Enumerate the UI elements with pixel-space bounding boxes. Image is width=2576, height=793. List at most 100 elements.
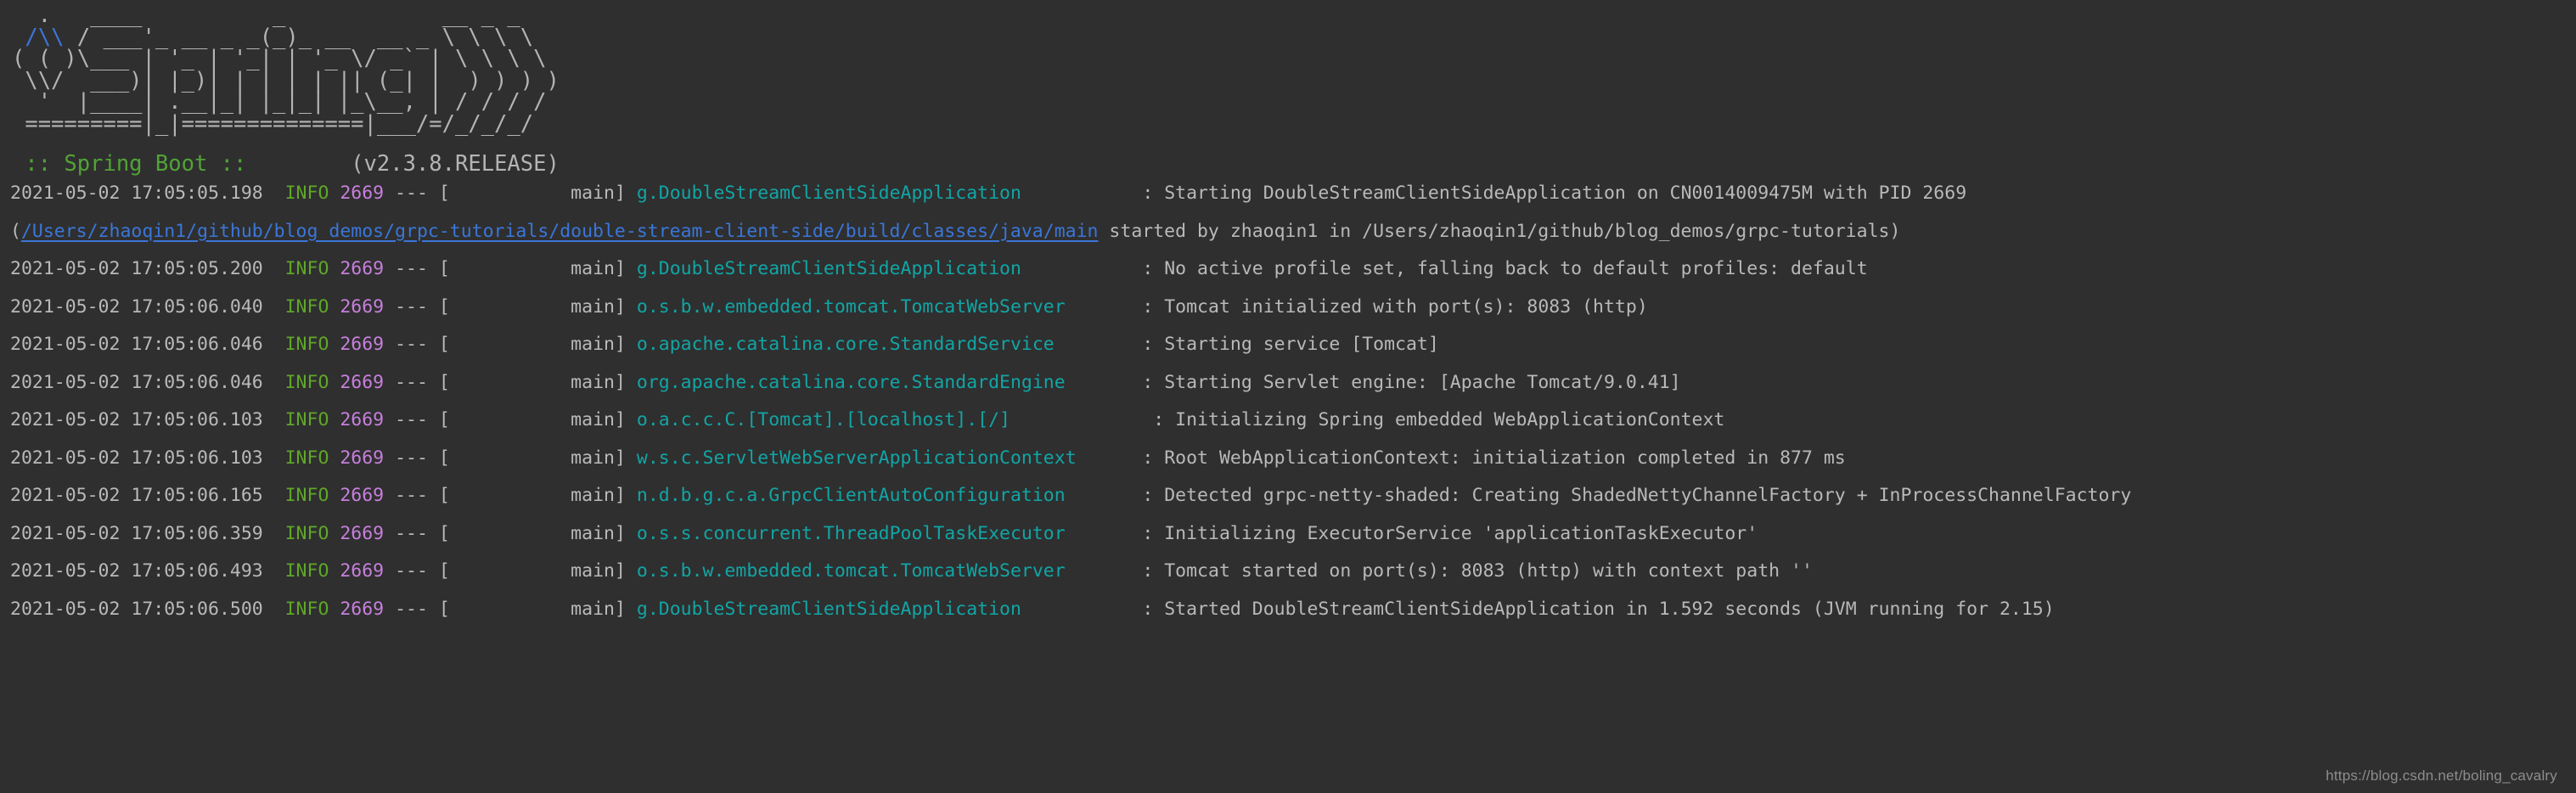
log-timestamp: 2021-05-02 17:05:06.103 — [10, 447, 263, 469]
log-separator: --- [ — [384, 183, 450, 205]
log-message: Starting service [Tomcat] — [1164, 334, 1439, 356]
log-thread-close: ] — [614, 598, 626, 620]
log-line: 2021-05-02 17:05:05.200 INFO 2669 --- [ … — [10, 250, 2576, 289]
log-logger-name: o.s.b.w.embedded.tomcat.TomcatWebServer — [636, 560, 1066, 582]
log-line: 2021-05-02 17:05:06.046 INFO 2669 --- [ … — [10, 364, 2576, 402]
log-thread-close: ] — [614, 485, 626, 507]
log-thread-name: main — [449, 598, 615, 620]
log-thread-name: main — [449, 522, 615, 544]
spring-boot-ascii-banner: . ____ _ __ _ _ /\\ / ___'_ __ _ _(_)_ _… — [0, 3, 2576, 177]
log-thread-close: ] — [614, 447, 626, 469]
log-thread-close: ] — [614, 258, 626, 280]
log-line: 2021-05-02 17:05:06.500 INFO 2669 --- [ … — [10, 591, 2576, 629]
log-message-colon: : — [1142, 409, 1176, 431]
log-message-colon: : — [1131, 485, 1165, 507]
log-pid: 2669 — [340, 447, 385, 469]
log-pid: 2669 — [340, 560, 385, 582]
paren-open: ( — [10, 220, 21, 242]
log-thread-name: main — [449, 409, 615, 431]
log-timestamp: 2021-05-02 17:05:05.200 — [10, 258, 263, 280]
log-message-colon: : — [1131, 371, 1165, 393]
log-logger-name: o.apache.catalina.core.StandardService — [636, 334, 1055, 356]
spring-boot-label: :: Spring Boot :: — [25, 150, 247, 177]
log-level-badge: INFO — [284, 334, 329, 356]
log-pid: 2669 — [340, 409, 385, 431]
log-logger-name: org.apache.catalina.core.StandardEngine — [636, 371, 1066, 393]
log-logger-name: o.s.s.concurrent.ThreadPoolTaskExecutor — [636, 522, 1066, 544]
log-thread-name: main — [449, 258, 615, 280]
log-pid: 2669 — [340, 371, 385, 393]
log-logger-name: g.DoubleStreamClientSideApplication — [636, 183, 1021, 205]
log-thread-name: main — [449, 560, 615, 582]
log-message: Detected grpc-netty-shaded: Creating Sha… — [1164, 485, 2132, 507]
log-thread-name: main — [449, 447, 615, 469]
log-line-continuation: (/Users/zhaoqin1/github/blog_demos/grpc-… — [10, 213, 2576, 251]
log-logger-name: w.s.c.ServletWebServerApplicationContext — [636, 447, 1077, 469]
log-output-list: 2021-05-02 17:05:05.198 INFO 2669 --- [ … — [0, 175, 2576, 628]
log-message: Initializing Spring embedded WebApplicat… — [1175, 409, 1725, 431]
log-logger-name: g.DoubleStreamClientSideApplication — [636, 258, 1021, 280]
log-timestamp: 2021-05-02 17:05:06.165 — [10, 485, 263, 507]
log-line: 2021-05-02 17:05:06.359 INFO 2669 --- [ … — [10, 515, 2576, 554]
log-logger-name: o.a.c.c.C.[Tomcat].[localhost].[/] — [636, 409, 1010, 431]
log-message: Tomcat started on port(s): 8083 (http) w… — [1164, 560, 1813, 582]
log-pid: 2669 — [340, 258, 385, 280]
log-timestamp: 2021-05-02 17:05:06.359 — [10, 522, 263, 544]
watermark-url: https://blog.csdn.net/boling_cavalry — [2326, 768, 2557, 784]
log-thread-name: main — [449, 334, 615, 356]
log-message: Tomcat initialized with port(s): 8083 (h… — [1164, 295, 1648, 318]
log-timestamp: 2021-05-02 17:05:05.198 — [10, 183, 263, 205]
classpath-link[interactable]: /Users/zhaoqin1/github/blog_demos/grpc-t… — [21, 221, 1099, 242]
log-level-badge: INFO — [284, 560, 329, 582]
log-pid: 2669 — [340, 598, 385, 620]
log-timestamp: 2021-05-02 17:05:06.040 — [10, 295, 263, 318]
log-message: Starting DoubleStreamClientSideApplicati… — [1164, 183, 1967, 205]
log-line: 2021-05-02 17:05:06.493 INFO 2669 --- [ … — [10, 553, 2576, 591]
log-message: Initializing ExecutorService 'applicatio… — [1164, 522, 1758, 544]
spring-boot-version: (v2.3.8.RELEASE) — [351, 150, 560, 177]
log-level-badge: INFO — [284, 485, 329, 507]
banner-ascii-line: . ____ _ __ _ _ — [12, 3, 520, 28]
log-thread-name: main — [449, 295, 615, 318]
log-message-colon: : — [1131, 258, 1165, 280]
log-message: Starting Servlet engine: [Apache Tomcat/… — [1164, 371, 1681, 393]
log-pid: 2669 — [340, 522, 385, 544]
log-timestamp: 2021-05-02 17:05:06.500 — [10, 598, 263, 620]
log-thread-close: ] — [614, 183, 626, 205]
log-line: 2021-05-02 17:05:06.046 INFO 2669 --- [ … — [10, 326, 2576, 364]
log-separator: --- [ — [384, 409, 450, 431]
log-pid: 2669 — [340, 485, 385, 507]
log-separator: --- [ — [384, 598, 450, 620]
log-timestamp: 2021-05-02 17:05:06.103 — [10, 409, 263, 431]
log-line: 2021-05-02 17:05:06.103 INFO 2669 --- [ … — [10, 402, 2576, 440]
log-separator: --- [ — [384, 258, 450, 280]
log-level-badge: INFO — [284, 371, 329, 393]
log-line: 2021-05-02 17:05:05.198 INFO 2669 --- [ … — [10, 175, 2576, 213]
log-message: Started DoubleStreamClientSideApplicatio… — [1164, 598, 2055, 620]
log-separator: --- [ — [384, 560, 450, 582]
log-message-colon: : — [1131, 183, 1165, 205]
log-logger-name: n.d.b.g.c.a.GrpcClientAutoConfiguration — [636, 485, 1066, 507]
log-logger-name: o.s.b.w.embedded.tomcat.TomcatWebServer — [636, 295, 1066, 318]
log-level-badge: INFO — [284, 598, 329, 620]
log-message: Root WebApplicationContext: initializati… — [1164, 447, 1846, 469]
log-level-badge: INFO — [284, 183, 329, 205]
log-thread-close: ] — [614, 522, 626, 544]
log-message-colon: : — [1131, 334, 1165, 356]
log-thread-close: ] — [614, 295, 626, 318]
log-level-badge: INFO — [284, 295, 329, 318]
log-pid: 2669 — [340, 295, 385, 318]
banner-ascii-line: ( ( )\___ | '_ | '_| | '_ \/ _` | \ \ \ … — [12, 46, 547, 72]
console-output-panel: . ____ _ __ _ _ /\\ / ___'_ __ _ _(_)_ _… — [0, 0, 2576, 793]
log-thread-close: ] — [614, 371, 626, 393]
log-level-badge: INFO — [284, 409, 329, 431]
log-level-badge: INFO — [284, 522, 329, 544]
log-logger-name: g.DoubleStreamClientSideApplication — [636, 598, 1021, 620]
log-separator: --- [ — [384, 485, 450, 507]
log-thread-name: main — [449, 371, 615, 393]
log-pid: 2669 — [340, 334, 385, 356]
log-level-badge: INFO — [284, 258, 329, 280]
log-level-badge: INFO — [284, 447, 329, 469]
log-separator: --- [ — [384, 522, 450, 544]
log-timestamp: 2021-05-02 17:05:06.046 — [10, 371, 263, 393]
